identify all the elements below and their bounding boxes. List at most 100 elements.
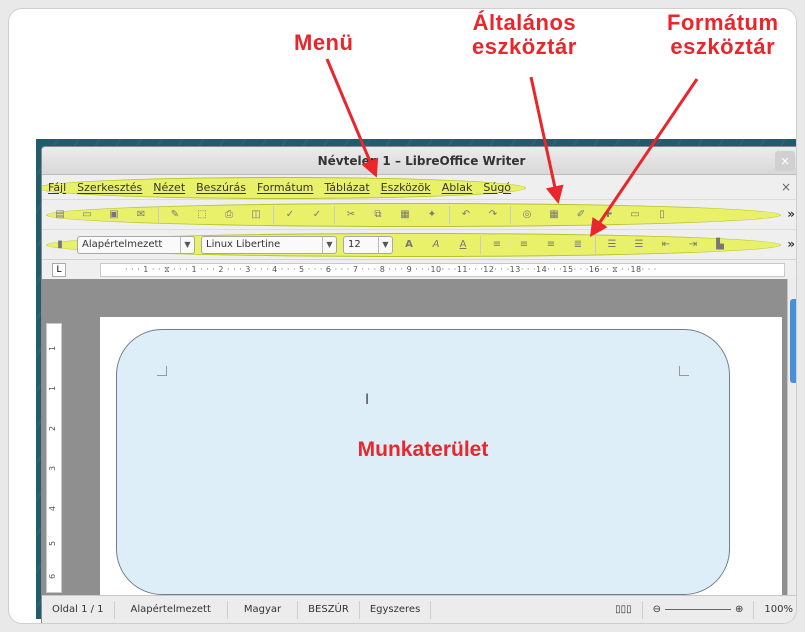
font-name-value: Linux Libertine xyxy=(206,239,281,250)
separator xyxy=(334,205,335,224)
bold-icon[interactable]: A xyxy=(399,236,419,254)
print-preview-icon[interactable]: ◫ xyxy=(246,206,266,224)
vruler-mark: 4 xyxy=(48,505,58,512)
decrease-indent-icon[interactable]: ⇤ xyxy=(656,236,676,254)
menu-window[interactable]: Ablak xyxy=(442,181,473,194)
annotation-format-toolbar-line1: Formátum xyxy=(667,10,779,35)
status-zoom[interactable]: 100% xyxy=(754,601,796,619)
underline-icon[interactable]: A xyxy=(453,236,473,254)
menu-file[interactable]: Fájl xyxy=(48,181,66,194)
clone-format-icon[interactable]: ✦ xyxy=(422,206,442,224)
menu-view[interactable]: Nézet xyxy=(153,181,185,194)
status-style[interactable]: Alapértelmezett xyxy=(115,600,228,619)
annotation-menu: Menü xyxy=(294,30,354,55)
screenshot-frame: Menü Általános eszköztár Formátum eszköz… xyxy=(8,8,797,624)
table-icon[interactable]: ▦ xyxy=(544,206,564,224)
vruler-mark: 2 xyxy=(48,425,58,432)
copy-icon[interactable]: ⧉ xyxy=(368,206,388,224)
vruler-mark: 5 xyxy=(48,540,58,547)
print-icon[interactable]: ⎙ xyxy=(219,206,239,224)
separator xyxy=(158,205,159,224)
scrollbar-thumb[interactable] xyxy=(790,299,796,383)
separator xyxy=(510,205,511,224)
window-close-button[interactable]: × xyxy=(775,151,795,171)
paragraph-style-select[interactable]: Alapértelmezett ▼ xyxy=(77,235,195,254)
annotation-format-toolbar-line2: eszköztár xyxy=(670,34,776,59)
menu-tools[interactable]: Eszközök xyxy=(381,181,431,194)
formatting-toolbar: ▮ Alapértelmezett ▼ Linux Libertine ▼ 12… xyxy=(42,229,796,259)
status-bar: Oldal 1 / 1 Alapértelmezett Magyar BESZÚ… xyxy=(42,595,796,623)
bullets-icon[interactable]: ☰ xyxy=(629,236,649,254)
star-icon[interactable]: ✚ xyxy=(598,206,618,224)
spellcheck-icon[interactable]: ✓ xyxy=(280,206,300,224)
annotation-general-toolbar-line2: eszköztár xyxy=(472,34,577,59)
separator xyxy=(449,205,450,224)
chevron-down-icon: ▼ xyxy=(180,236,194,253)
draw-icon[interactable]: ✐ xyxy=(571,206,591,224)
annotation-format-toolbar: Formátum eszköztár xyxy=(667,11,779,59)
separator xyxy=(480,235,481,254)
paste-icon[interactable]: ▦ xyxy=(395,206,415,224)
vertical-ruler[interactable]: 1 1 2 3 4 5 6 xyxy=(46,323,62,593)
undo-icon[interactable]: ↶ xyxy=(456,206,476,224)
menu-format[interactable]: Formátum xyxy=(257,181,313,194)
styles-icon[interactable]: ▮ xyxy=(50,236,70,254)
menu-edit[interactable]: Szerkesztés xyxy=(77,181,142,194)
menu-table[interactable]: Táblázat xyxy=(324,181,369,194)
annotation-workspace: Munkaterület xyxy=(357,438,489,461)
chart-icon[interactable]: ▯ xyxy=(652,206,672,224)
vruler-mark: 6 xyxy=(48,573,58,580)
export-pdf-icon[interactable]: ⬚ xyxy=(192,206,212,224)
zoom-slider[interactable]: ⊖ ⊕ xyxy=(643,600,755,619)
menu-insert[interactable]: Beszúrás xyxy=(196,181,246,194)
navigator-icon[interactable]: ◎ xyxy=(517,206,537,224)
toolbar-overflow-icon[interactable]: » xyxy=(787,207,795,221)
vertical-scrollbar[interactable] xyxy=(787,279,796,597)
numbering-icon[interactable]: ☰ xyxy=(602,236,622,254)
annotation-general-toolbar: Általános eszköztár xyxy=(472,11,577,59)
align-center-icon[interactable]: ≡ xyxy=(514,236,534,254)
separator xyxy=(273,205,274,224)
status-language[interactable]: Magyar xyxy=(228,600,299,619)
vruler-mark: 1 xyxy=(48,385,58,392)
horizontal-ruler[interactable]: · · · 1 · · ⧖ · · · 1 · · · 2 · · · 3 · … xyxy=(100,263,785,277)
redo-icon[interactable]: ↷ xyxy=(483,206,503,224)
cut-icon[interactable]: ✂ xyxy=(341,206,361,224)
document-close-icon[interactable]: × xyxy=(781,180,791,194)
text-boundary-corner xyxy=(157,366,167,376)
ruler-row: L · · · 1 · · ⧖ · · · 1 · · · 2 · · · 3 … xyxy=(42,259,796,279)
image-icon[interactable]: ▭ xyxy=(625,206,645,224)
view-layout-icons[interactable]: ▯▯▯ xyxy=(605,600,643,619)
align-right-icon[interactable]: ≡ xyxy=(541,236,561,254)
chevron-down-icon: ▼ xyxy=(378,236,392,253)
autospellcheck-icon[interactable]: ✓ xyxy=(307,206,327,224)
italic-icon[interactable]: A xyxy=(426,236,446,254)
email-icon[interactable]: ✉ xyxy=(131,206,151,224)
open-icon[interactable]: ▭ xyxy=(77,206,97,224)
work-area: 1 1 2 3 4 5 6 I Munkaterület xyxy=(42,279,796,607)
new-document-icon[interactable]: ▤ xyxy=(50,206,70,224)
increase-indent-icon[interactable]: ⇥ xyxy=(683,236,703,254)
workspace-highlight-box: I Munkaterület xyxy=(116,329,730,595)
vruler-mark: 1 xyxy=(48,345,58,352)
edit-file-icon[interactable]: ✎ xyxy=(165,206,185,224)
text-cursor-icon: I xyxy=(365,392,370,408)
title-bar: Névtelen 1 – LibreOffice Writer × xyxy=(42,147,796,175)
status-insert-mode[interactable]: BESZÚR xyxy=(298,600,360,619)
font-name-select[interactable]: Linux Libertine ▼ xyxy=(201,235,337,254)
menu-bar: Fájl Szerkesztés Nézet Beszúrás Formátum… xyxy=(42,175,796,199)
standard-toolbar: ▤ ▭ ▣ ✉ ✎ ⬚ ⎙ ◫ ✓ ✓ ✂ ⧉ ▦ ✦ ↶ ↷ ◎ ▦ ✐ ✚ … xyxy=(42,199,796,229)
tab-stop-button[interactable]: L xyxy=(52,263,66,277)
font-color-icon[interactable]: ▙ xyxy=(710,236,730,254)
justify-icon[interactable]: ≣ xyxy=(568,236,588,254)
writer-window: Névtelen 1 – LibreOffice Writer × Fájl S… xyxy=(41,146,796,623)
menu-help[interactable]: Súgó xyxy=(483,181,511,194)
font-size-select[interactable]: 12 ▼ xyxy=(343,235,393,254)
separator xyxy=(595,235,596,254)
status-selection-mode[interactable]: Egyszeres xyxy=(360,600,432,619)
save-icon[interactable]: ▣ xyxy=(104,206,124,224)
document-page[interactable]: I Munkaterület xyxy=(100,317,782,607)
align-left-icon[interactable]: ≡ xyxy=(487,236,507,254)
annotation-general-toolbar-line1: Általános xyxy=(472,10,577,35)
toolbar-overflow-icon[interactable]: » xyxy=(787,237,795,251)
